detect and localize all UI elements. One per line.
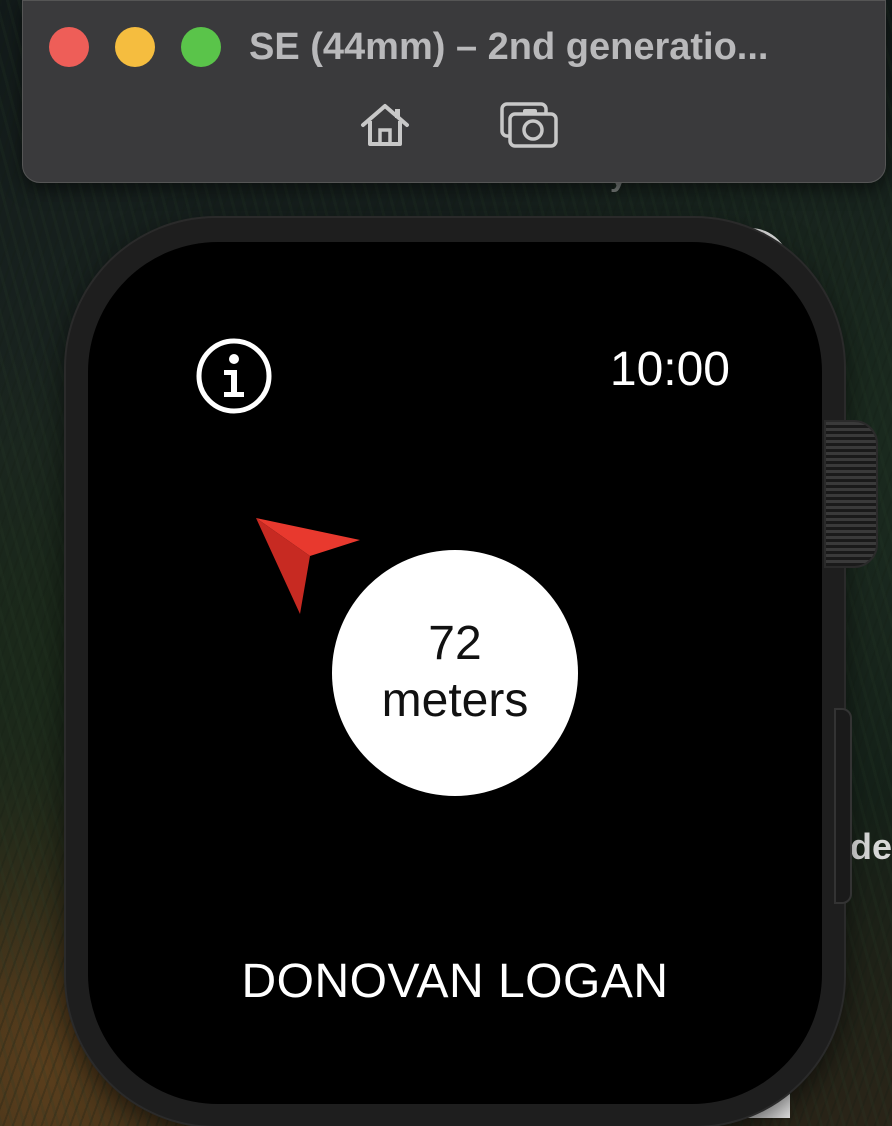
zoom-window-button[interactable]: [181, 27, 221, 67]
digital-crown[interactable]: [824, 420, 878, 568]
simulator-title-bar: SE (44mm) – 2nd generatio...: [22, 0, 886, 183]
distance-indicator: 72 meters: [332, 550, 578, 796]
distance-unit: meters: [381, 674, 529, 727]
info-icon[interactable]: [194, 336, 274, 416]
camera-icon: [500, 102, 558, 148]
close-window-button[interactable]: [49, 27, 89, 67]
watch-side-button[interactable]: [834, 708, 852, 904]
background-partial-label: de: [850, 826, 892, 867]
distance-value: 72: [428, 617, 482, 670]
watch-time: 10:00: [609, 343, 730, 396]
window-title: SE (44mm) – 2nd generatio...: [249, 26, 769, 68]
home-icon: [361, 104, 409, 146]
minimize-window-button[interactable]: [115, 27, 155, 67]
home-button[interactable]: [355, 97, 415, 153]
target-name: DONOVAN LOGAN: [241, 955, 669, 1008]
screenshot-button[interactable]: [499, 97, 559, 153]
